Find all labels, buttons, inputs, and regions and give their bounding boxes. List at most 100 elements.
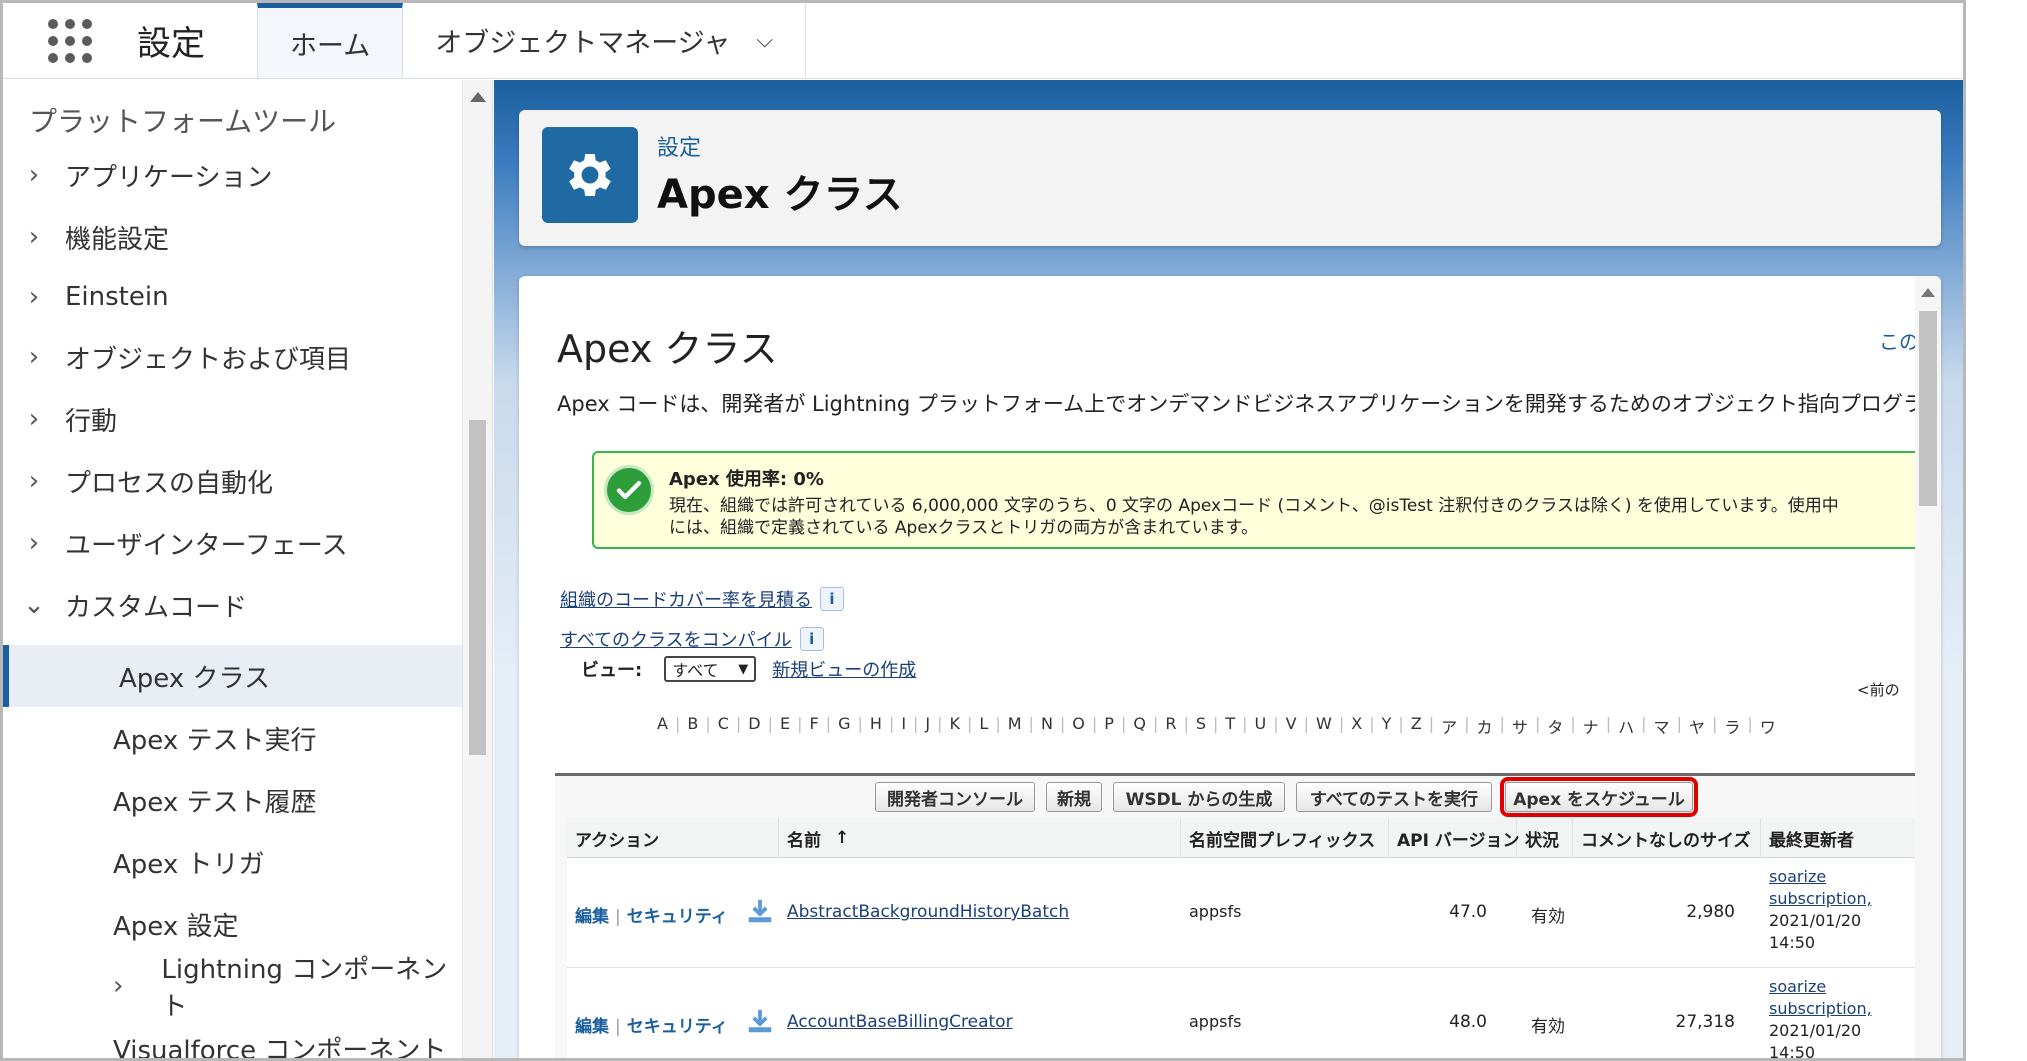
alphabet-filter-letter[interactable]: ワ	[1760, 714, 1776, 738]
scrollbar-thumb[interactable]	[469, 420, 486, 755]
alphabet-filter-letter[interactable]: Q	[1133, 714, 1146, 738]
run-all-tests-button[interactable]: すべてのテストを実行	[1296, 782, 1492, 812]
sidebar-item-events[interactable]: › 行動	[3, 388, 463, 450]
alphabet-filter-letter[interactable]: ナ	[1583, 714, 1599, 738]
sidebar-item-custom-code[interactable]: ⌄ カスタムコード	[3, 574, 463, 636]
sidebar-item-apex-test-history[interactable]: Apex テスト履歴	[3, 769, 463, 831]
alphabet-filter-letter[interactable]: X	[1351, 714, 1362, 738]
tab-home[interactable]: ホーム	[257, 3, 404, 78]
app-launcher-icon	[48, 18, 92, 63]
modified-by-user-link-line2[interactable]: subscription,	[1769, 998, 1872, 1020]
alphabet-filter-letter[interactable]: サ	[1512, 714, 1528, 738]
sidebar-item-lightning-components[interactable]: › Lightning コンポーネント	[3, 955, 463, 1022]
alphabet-filter-letter[interactable]: R	[1165, 714, 1176, 738]
alphabet-filter-letter[interactable]: K	[950, 714, 961, 738]
security-link[interactable]: セキュリティ	[627, 1017, 728, 1037]
content-scrollbar[interactable]	[1915, 276, 1941, 1058]
chevron-right-icon: ›	[28, 282, 40, 312]
alphabet-filter-letter[interactable]: W	[1316, 714, 1332, 738]
alphabet-filter-letter[interactable]: O	[1072, 714, 1085, 738]
column-header-namespace[interactable]: 名前空間プレフィックス	[1181, 818, 1389, 858]
sidebar-item-process-automation[interactable]: › プロセスの自動化	[3, 450, 463, 512]
info-icon[interactable]: i	[820, 587, 844, 611]
scroll-up-icon[interactable]	[470, 92, 486, 102]
alphabet-separator: |	[1120, 714, 1127, 733]
download-icon[interactable]	[745, 1006, 775, 1036]
sidebar-item-feature-settings[interactable]: › 機能設定	[3, 206, 463, 268]
modified-by-user-link[interactable]: soarize	[1769, 866, 1872, 888]
modified-by-user-link[interactable]: soarize	[1769, 976, 1872, 998]
alphabet-filter-letter[interactable]: S	[1196, 714, 1206, 738]
scrollbar-thumb[interactable]	[1919, 311, 1937, 506]
schedule-apex-button[interactable]: Apex をスケジュール	[1500, 777, 1698, 817]
alphabet-filter-letter[interactable]: ラ	[1724, 714, 1740, 738]
alphabet-filter-letter[interactable]: H	[870, 714, 882, 738]
info-icon[interactable]: i	[799, 627, 824, 651]
sidebar-item-visualforce-components[interactable]: Visualforce コンポーネント	[3, 1017, 463, 1059]
edit-link[interactable]: 編集	[575, 907, 609, 927]
alphabet-filter-letter[interactable]: U	[1255, 714, 1267, 738]
alphabet-filter-letter[interactable]: V	[1286, 714, 1297, 738]
alphabet-filter-letter[interactable]: Z	[1411, 714, 1422, 738]
sidebar-item-apex-test-execution[interactable]: Apex テスト実行	[3, 707, 463, 769]
alphabet-filter-letter[interactable]: A	[657, 714, 668, 738]
alphabet-filter-letter[interactable]: D	[748, 714, 760, 738]
alphabet-filter-letter[interactable]: I	[901, 714, 906, 738]
alphabet-filter-letter[interactable]: G	[838, 714, 850, 738]
alphabet-separator: |	[767, 714, 773, 733]
column-header-size[interactable]: コメントなしのサイズ	[1573, 818, 1761, 858]
create-new-view-link[interactable]: 新規ビューの作成	[772, 656, 916, 682]
sidebar-item-einstein[interactable]: › Einstein	[3, 266, 463, 328]
alphabet-filter-letter[interactable]: J	[925, 714, 930, 738]
alphabet-filter-letter[interactable]: P	[1104, 714, 1114, 738]
class-name-link[interactable]: AccountBaseBillingCreator	[787, 1012, 1013, 1032]
alphabet-filter-letter[interactable]: B	[687, 714, 698, 738]
alphabet-filter-letter[interactable]: F	[810, 714, 819, 738]
chevron-down-icon[interactable]: ⌵	[756, 28, 773, 53]
alphabet-filter-letter[interactable]: ハ	[1618, 714, 1634, 738]
alphabet-filter-letter[interactable]: M	[1008, 714, 1022, 738]
alphabet-filter-letter[interactable]: N	[1041, 714, 1053, 738]
security-link[interactable]: セキュリティ	[627, 907, 728, 927]
column-header-api-version[interactable]: API バージョン	[1389, 818, 1520, 858]
alphabet-filter-letter[interactable]: ヤ	[1689, 714, 1705, 738]
edit-link[interactable]: 編集	[575, 1017, 609, 1037]
compile-all-classes-link[interactable]: すべてのクラスをコンパイル	[560, 626, 792, 652]
sidebar-item-user-interface[interactable]: › ユーザインターフェース	[3, 512, 463, 574]
gear-icon	[542, 127, 638, 223]
apex-usage-alert: Apex 使用率: 0% 現在、組織では許可されている 6,000,000 文字…	[592, 451, 1915, 549]
tab-object-manager[interactable]: オブジェクトマネージャ ⌵	[403, 3, 807, 78]
alphabet-filter-letter[interactable]: Y	[1382, 714, 1392, 738]
alphabet-filter-letter[interactable]: E	[780, 714, 790, 738]
alphabet-filter-letter[interactable]: カ	[1477, 714, 1493, 738]
download-icon[interactable]	[745, 896, 775, 926]
previous-page-link[interactable]: <前の	[1857, 679, 1900, 700]
alphabet-filter-letter[interactable]: タ	[1547, 714, 1563, 738]
sidebar-item-apex-classes[interactable]: Apex クラス	[3, 645, 463, 707]
sidebar-item-apex-triggers[interactable]: Apex トリガ	[3, 831, 463, 893]
scroll-up-icon[interactable]	[1921, 288, 1935, 297]
sidebar-item-applications[interactable]: › アプリケーション	[3, 144, 463, 206]
modified-by-user-link-line2[interactable]: subscription,	[1769, 888, 1872, 910]
view-select[interactable]: すべて ▼	[664, 656, 757, 682]
alphabet-filter-letter[interactable]: T	[1225, 714, 1235, 738]
estimate-coverage-link[interactable]: 組織のコードカバー率を見積る	[560, 586, 812, 612]
alphabet-filter-letter[interactable]: ア	[1441, 714, 1457, 738]
new-button[interactable]: 新規	[1046, 782, 1102, 812]
alphabet-filter-letter[interactable]: C	[718, 714, 729, 738]
view-selected-value: すべて	[672, 661, 719, 680]
class-name-link[interactable]: AbstractBackgroundHistoryBatch	[787, 902, 1069, 922]
column-header-status[interactable]: 状況	[1517, 818, 1573, 858]
sidebar-item-objects-and-fields[interactable]: › オブジェクトおよび項目	[3, 326, 463, 388]
sidebar-item-apex-settings[interactable]: Apex 設定	[3, 893, 463, 955]
alphabet-filter-letter[interactable]: マ	[1654, 714, 1670, 738]
column-header-name[interactable]: 名前 ↑	[779, 818, 1181, 858]
breadcrumb[interactable]: 設定	[657, 130, 701, 162]
sidebar-scrollbar[interactable]	[462, 80, 492, 1058]
alphabet-filter-letter[interactable]: L	[979, 714, 988, 738]
developer-console-button[interactable]: 開発者コンソール	[875, 782, 1035, 812]
help-link[interactable]: この	[1879, 326, 1915, 355]
generate-from-wsdl-button[interactable]: WSDL からの生成	[1113, 782, 1285, 812]
column-header-modified-by[interactable]: 最終更新者	[1761, 818, 1915, 858]
app-launcher-button[interactable]	[3, 3, 137, 78]
